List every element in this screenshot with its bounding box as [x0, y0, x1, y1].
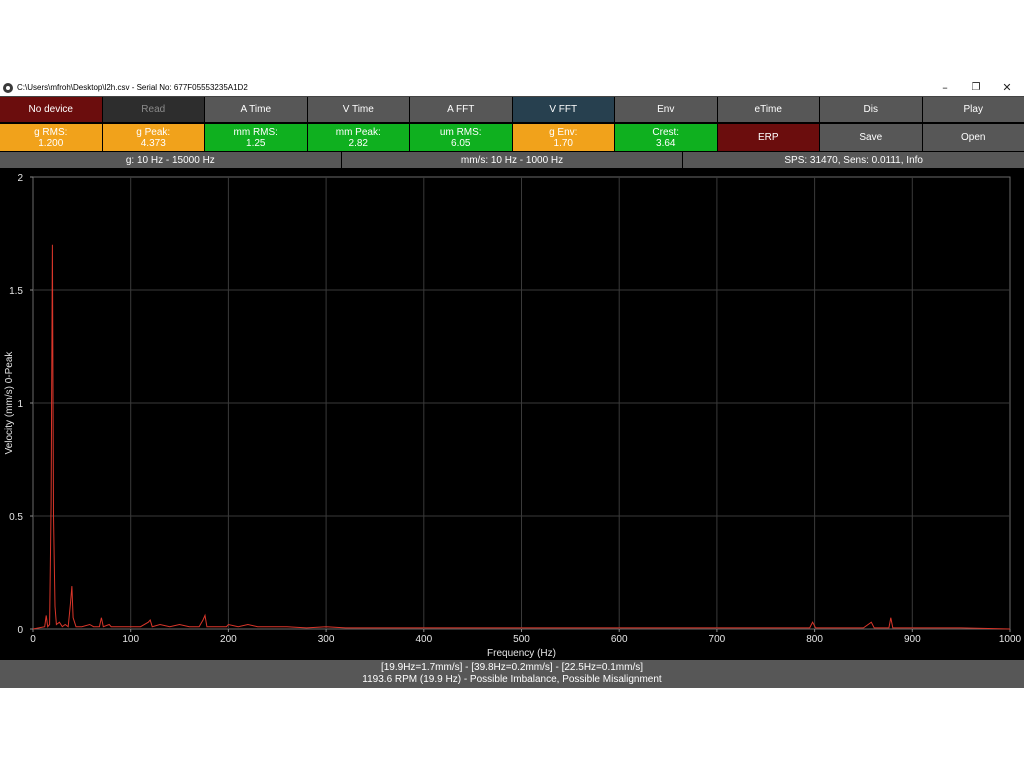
diagnosis-text: 1193.6 RPM (19.9 Hz) - Possible Imbalanc…	[362, 674, 662, 685]
sps-info-label[interactable]: SPS: 31470, Sens: 0.0111, Info	[683, 152, 1024, 168]
play-button[interactable]: Play	[922, 97, 1024, 122]
g-rms-value: 1.200	[38, 137, 64, 149]
a-fft-button[interactable]: A FFT	[410, 97, 513, 122]
g-peak-value: 4.373	[140, 137, 166, 149]
env-button[interactable]: Env	[615, 97, 718, 122]
crest-metric: Crest: 3.64	[615, 124, 718, 151]
mm-peak-value: 2.82	[348, 137, 368, 149]
restore-icon[interactable]: ❐	[961, 80, 991, 96]
g-rms-label: g RMS:	[34, 126, 68, 138]
open-button[interactable]: Open	[922, 124, 1024, 151]
info-bar: g: 10 Hz - 15000 Hz mm/s: 10 Hz - 1000 H…	[0, 152, 1024, 168]
g-peak-metric: g Peak: 4.373	[102, 124, 205, 151]
y-tick-label: 2	[17, 173, 23, 184]
window-title: C:\Users\mfroh\Desktop\l2h.csv - Serial …	[17, 83, 248, 92]
status-footer: [19.9Hz=1.7mm/s] - [39.8Hz=0.2mm/s] - [2…	[0, 660, 1024, 688]
um-rms-metric: um RMS: 6.05	[410, 124, 513, 151]
x-tick-label: 300	[318, 634, 335, 645]
g-env-metric: g Env: 1.70	[512, 124, 615, 151]
x-tick-label: 400	[415, 634, 432, 645]
etime-button[interactable]: eTime	[717, 97, 820, 122]
dis-button[interactable]: Dis	[820, 97, 923, 122]
fft-chart: 0 100 200 300 400 500 600 700 800 900 1000 0 0.5 1 1.5…	[0, 169, 1024, 659]
y-axis-label: Velocity (mm/s) 0-Peak	[4, 351, 15, 455]
metrics-bar: g RMS: 1.200 g Peak: 4.373 mm RMS: 1.25 mm Pea…	[0, 124, 1024, 151]
v-fft-button[interactable]: V FFT	[512, 97, 615, 122]
app-window: C:\Users\mfroh\Desktop\l2h.csv - Serial …	[0, 80, 1024, 688]
x-tick-label: 700	[709, 634, 726, 645]
x-axis-label: Frequency (Hz)	[487, 648, 556, 659]
mode-toolbar: No device Read A Time V Time A FFT V FFT Env eT…	[0, 96, 1024, 122]
erp-button[interactable]: ERP	[717, 124, 820, 151]
y-tick-label: 1	[17, 399, 23, 410]
close-icon[interactable]: ✕	[992, 80, 1022, 96]
title-bar: C:\Users\mfroh\Desktop\l2h.csv - Serial …	[0, 80, 1024, 96]
x-tick-label: 800	[806, 634, 823, 645]
x-tick-label: 600	[611, 634, 628, 645]
a-time-button[interactable]: A Time	[205, 97, 308, 122]
device-button[interactable]: No device	[0, 97, 103, 122]
mm-peak-label: mm Peak:	[335, 126, 381, 138]
read-button[interactable]: Read	[102, 97, 205, 122]
g-peak-label: g Peak:	[136, 126, 171, 138]
crest-value: 3.64	[656, 137, 676, 149]
save-button[interactable]: Save	[820, 124, 923, 151]
mm-rms-metric: mm RMS: 1.25	[205, 124, 308, 151]
g-range-label: g: 10 Hz - 15000 Hz	[0, 152, 342, 168]
g-env-label: g Env:	[549, 126, 578, 138]
mm-rms-value: 1.25	[246, 137, 266, 149]
v-time-button[interactable]: V Time	[307, 97, 410, 122]
g-env-value: 1.70	[553, 137, 573, 149]
mm-peak-metric: mm Peak: 2.82	[307, 124, 410, 151]
x-tick-label: 1000	[999, 634, 1022, 645]
g-rms-metric: g RMS: 1.200	[0, 124, 103, 151]
um-rms-value: 6.05	[451, 137, 471, 149]
chart-svg: 0 100 200 300 400 500 600 700 800 900 1000 0 0.5 1 1.5…	[4, 173, 1022, 659]
mms-range-label: mm/s: 10 Hz - 1000 Hz	[341, 152, 684, 168]
minimize-icon[interactable]: –	[930, 80, 960, 96]
x-tick-label: 200	[220, 634, 237, 645]
y-tick-label: 0	[17, 625, 23, 636]
app-icon	[3, 83, 13, 93]
y-tick-label: 1.5	[9, 286, 23, 297]
um-rms-label: um RMS:	[439, 126, 482, 138]
peak-summary: [19.9Hz=1.7mm/s] - [39.8Hz=0.2mm/s] - [2…	[380, 662, 644, 673]
y-tick-label: 0.5	[9, 512, 23, 523]
crest-label: Crest:	[652, 126, 680, 138]
x-tick-label: 500	[513, 634, 530, 645]
x-tick-label: 100	[122, 634, 139, 645]
mm-rms-label: mm RMS:	[233, 126, 278, 138]
x-tick-label: 900	[904, 634, 921, 645]
x-tick-label: 0	[30, 634, 36, 645]
